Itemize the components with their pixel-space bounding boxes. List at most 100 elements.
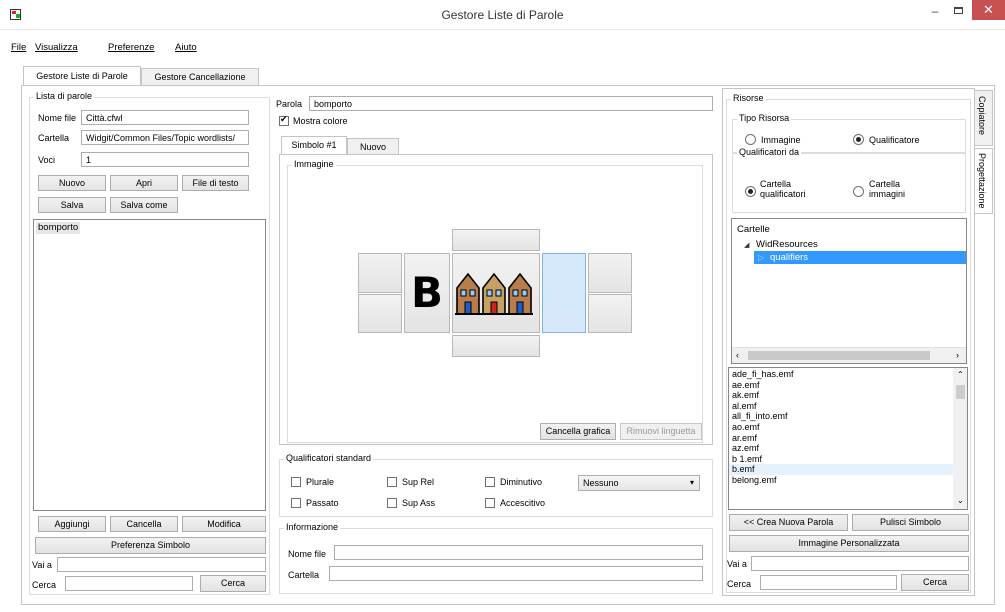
- create-new-word-button[interactable]: << Crea Nuova Parola: [729, 514, 848, 531]
- textfile-button[interactable]: File di testo: [182, 175, 249, 191]
- list-item[interactable]: bomporto: [36, 222, 81, 234]
- minimize-button[interactable]: –: [924, 4, 946, 20]
- list-item[interactable]: al.emf: [729, 401, 953, 412]
- qualifier-dropdown[interactable]: Nessuno ▾: [578, 475, 700, 491]
- tab-new-symbol[interactable]: Nuovo: [347, 138, 399, 155]
- folder-field[interactable]: Widgit/Common Files/Topic wordlists/: [81, 130, 249, 145]
- file-list-scrollbar[interactable]: ⌃ ⌄: [953, 368, 967, 509]
- word-label: Parola: [276, 99, 303, 109]
- list-item[interactable]: b 1.emf: [729, 454, 953, 465]
- symbol-letter: B: [410, 268, 443, 317]
- symbol-slot-right-top[interactable]: [588, 253, 632, 293]
- list-item[interactable]: ak.emf: [729, 390, 953, 401]
- word-list[interactable]: bomporto: [33, 219, 266, 511]
- show-color-label: Mostra colore: [293, 116, 348, 126]
- show-color-checkbox[interactable]: ✔: [279, 114, 289, 126]
- symbol-slot-main[interactable]: [452, 253, 540, 333]
- tab-wordlist-manager[interactable]: Gestore Liste di Parole: [23, 66, 141, 86]
- menu-file[interactable]: File: [11, 42, 26, 53]
- qualifier-folder-radio[interactable]: [745, 186, 756, 197]
- scroll-right-icon[interactable]: ›: [956, 350, 959, 360]
- tree-root[interactable]: WidResources: [756, 239, 818, 250]
- resources-search-field[interactable]: [760, 575, 897, 590]
- save-as-button[interactable]: Salva come: [110, 197, 178, 213]
- menu-view[interactable]: Visualizza: [35, 42, 78, 53]
- maximize-button[interactable]: [948, 4, 970, 20]
- past-label: Passato: [306, 498, 339, 508]
- resource-type-label: Tipo Risorsa: [737, 113, 792, 123]
- goto-field[interactable]: [57, 557, 266, 572]
- augmentative-checkbox[interactable]: [485, 498, 495, 508]
- folder-tree[interactable]: Cartelle ◢ WidResources ▷ qualifiers ‹ ›: [731, 218, 967, 364]
- list-item[interactable]: belong.emf: [729, 475, 953, 486]
- menu-help[interactable]: Aiuto: [175, 42, 197, 53]
- tab-design[interactable]: Progettazione: [975, 148, 993, 214]
- image-radio[interactable]: [745, 134, 756, 145]
- resources-goto-field[interactable]: [751, 556, 969, 571]
- sup-abs-checkbox[interactable]: [387, 498, 397, 508]
- symbol-slot-letter[interactable]: B: [404, 253, 450, 333]
- tab-deletion-manager[interactable]: Gestore Cancellazione: [141, 68, 259, 86]
- open-button[interactable]: Apri: [110, 175, 178, 191]
- symbol-slot-top[interactable]: [452, 229, 540, 251]
- symbol-preference-button[interactable]: Preferenza Simbolo: [35, 537, 266, 554]
- scroll-thumb[interactable]: [748, 351, 930, 360]
- qualifiers-from-label: Qualificatori da: [737, 147, 802, 157]
- scroll-left-icon[interactable]: ‹: [736, 350, 739, 360]
- file-list[interactable]: ade_fi_has.emf ae.emf ak.emf al.emf all_…: [728, 367, 968, 510]
- list-item[interactable]: ar.emf: [729, 433, 953, 444]
- list-item[interactable]: all_fi_into.emf: [729, 411, 953, 422]
- save-button[interactable]: Salva: [38, 197, 106, 213]
- symbol-slot-bottom[interactable]: [452, 335, 540, 357]
- remove-tab-button[interactable]: Rimuovi linguetta: [620, 423, 702, 440]
- tree-horizontal-scrollbar[interactable]: ‹ ›: [732, 347, 966, 363]
- wordlist-group-label: Lista di parole: [34, 91, 95, 101]
- resources-goto-label: Vai a: [727, 559, 747, 569]
- symbol-slot-right-bottom[interactable]: [588, 294, 632, 333]
- list-item[interactable]: ade_fi_has.emf: [729, 369, 953, 380]
- houses-icon: [455, 272, 533, 315]
- info-filename-field[interactable]: [334, 545, 703, 560]
- info-group: [279, 528, 713, 594]
- list-item[interactable]: ao.emf: [729, 422, 953, 433]
- goto-label: Vai a: [32, 560, 52, 570]
- list-item[interactable]: ae.emf: [729, 380, 953, 391]
- symbol-slot-selected[interactable]: [542, 253, 586, 333]
- list-item[interactable]: b.emf: [729, 464, 953, 475]
- past-checkbox[interactable]: [291, 498, 301, 508]
- custom-image-button[interactable]: Immagine Personalizzata: [729, 535, 969, 552]
- list-item[interactable]: az.emf: [729, 443, 953, 454]
- new-button[interactable]: Nuovo: [38, 175, 106, 191]
- word-field[interactable]: bomporto: [309, 96, 713, 111]
- resources-search-button[interactable]: Cerca: [901, 574, 969, 591]
- menu-preferences[interactable]: Preferenze: [108, 42, 154, 53]
- scroll-up-icon[interactable]: ⌃: [957, 370, 964, 379]
- plural-checkbox[interactable]: [291, 477, 301, 487]
- clear-symbol-button[interactable]: Pulisci Simbolo: [852, 514, 969, 531]
- image-folder-radio[interactable]: [853, 186, 864, 197]
- search-field[interactable]: [65, 576, 193, 591]
- entries-field[interactable]: 1: [81, 152, 249, 167]
- filename-field[interactable]: Città.cfwl: [81, 110, 249, 125]
- folders-header: Cartelle: [737, 224, 770, 235]
- info-folder-field[interactable]: [329, 566, 703, 581]
- qualifier-radio[interactable]: [853, 134, 864, 145]
- clear-graphic-button[interactable]: Cancella grafica: [540, 423, 616, 440]
- tab-copier[interactable]: Copiatore: [975, 90, 993, 146]
- add-button[interactable]: Aggiungi: [38, 516, 106, 532]
- delete-button[interactable]: Cancella: [110, 516, 178, 532]
- symbol-slot-left-top[interactable]: [358, 253, 402, 293]
- tree-item-qualifiers[interactable]: ▷ qualifiers: [754, 251, 966, 264]
- symbol-slot-left-bottom[interactable]: [358, 294, 402, 333]
- info-group-label: Informazione: [284, 522, 341, 532]
- close-button[interactable]: ✕: [972, 0, 1005, 20]
- diminutive-checkbox[interactable]: [485, 477, 495, 487]
- sup-rel-checkbox[interactable]: [387, 477, 397, 487]
- folder-label: Cartella: [38, 133, 70, 143]
- edit-button[interactable]: Modifica: [182, 516, 266, 532]
- scroll-down-icon[interactable]: ⌄: [957, 496, 964, 505]
- tab-symbol-1[interactable]: Simbolo #1: [281, 136, 347, 155]
- image-radio-label: Immagine: [761, 135, 801, 145]
- search-button[interactable]: Cerca: [200, 575, 266, 592]
- scroll-thumb[interactable]: [956, 385, 965, 399]
